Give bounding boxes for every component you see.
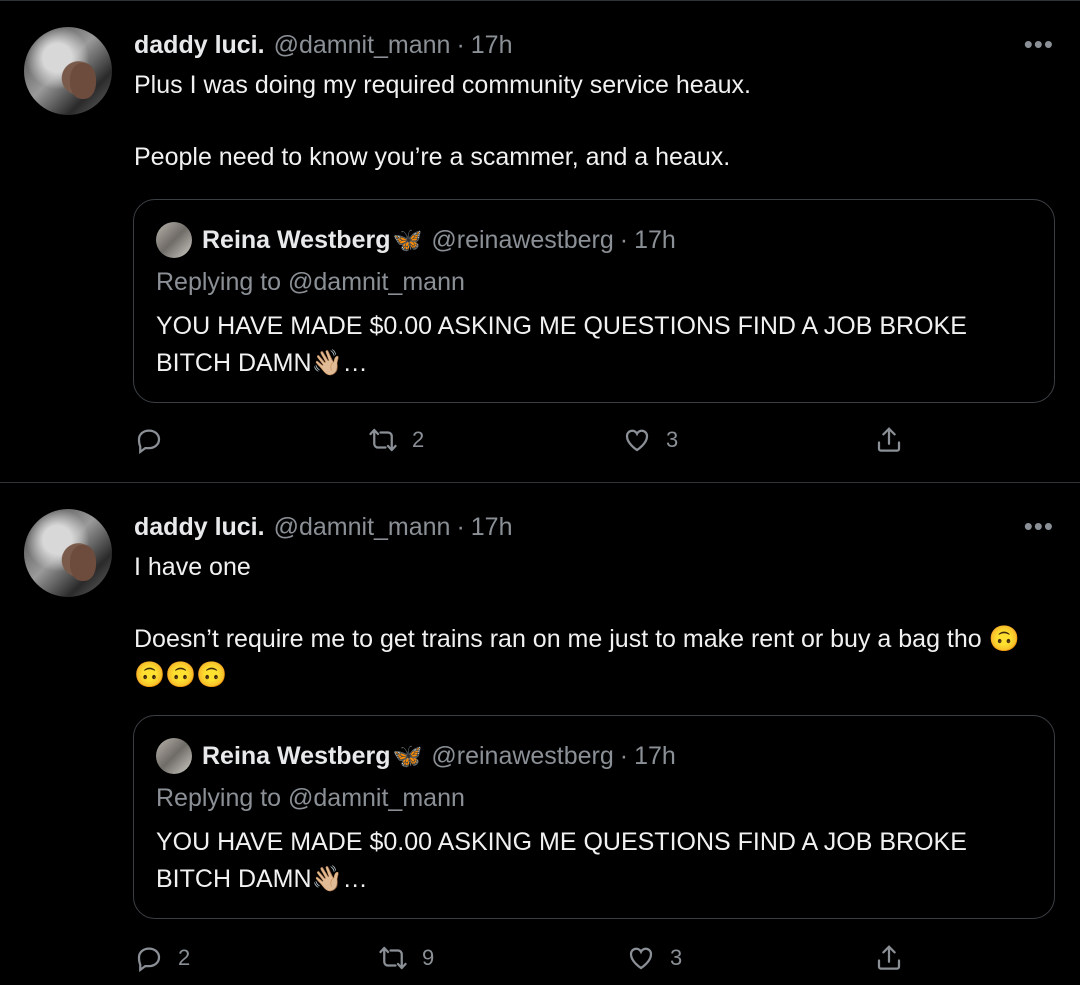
tweet-header: daddy luci. @damnit_mann · 17h bbox=[134, 509, 513, 545]
replying-to: Replying to @damnit_mann bbox=[156, 784, 465, 812]
tweet-body: Plus I was doing my required community s… bbox=[134, 67, 1044, 175]
share-button[interactable] bbox=[874, 943, 904, 973]
separator: · bbox=[619, 741, 629, 770]
quoted-author-handle: @reinawestberg bbox=[431, 741, 614, 770]
reply-button[interactable]: 2 bbox=[134, 943, 190, 973]
like-button[interactable]: 3 bbox=[622, 425, 678, 455]
more-icon[interactable]: ••• bbox=[1024, 513, 1054, 539]
quoted-tweet-header: Reina Westberg 🦋 @reinawestberg · 17h bbox=[156, 738, 676, 774]
quoted-author-name: Reina Westberg bbox=[202, 741, 391, 770]
quoted-author-handle: @reinawestberg bbox=[431, 225, 614, 254]
tweet-text-line: Plus I was doing my required community s… bbox=[134, 71, 751, 99]
more-icon[interactable]: ••• bbox=[1024, 31, 1054, 57]
quoted-timestamp: 17h bbox=[634, 225, 676, 254]
quoted-tweet[interactable]: Reina Westberg 🦋 @reinawestberg · 17h Re… bbox=[133, 199, 1055, 403]
tweet-text-line: I have one bbox=[134, 553, 251, 581]
tweet[interactable]: daddy luci. @damnit_mann · 17h ••• Plus … bbox=[0, 0, 1080, 483]
timestamp[interactable]: 17h bbox=[471, 31, 513, 60]
avatar[interactable] bbox=[24, 27, 112, 115]
like-button[interactable]: 3 bbox=[626, 943, 682, 973]
action-bar: 2 9 3 bbox=[134, 943, 914, 979]
separator: · bbox=[456, 512, 465, 541]
author-handle[interactable]: @damnit_mann bbox=[274, 513, 451, 542]
retweet-count: 2 bbox=[412, 427, 425, 452]
avatar[interactable] bbox=[24, 509, 112, 597]
like-count: 3 bbox=[670, 945, 683, 970]
tweet-text-line: Doesn’t require me to get trains ran on … bbox=[134, 625, 1020, 689]
share-icon bbox=[877, 945, 901, 970]
tweet-text-line: People need to know you’re a scammer, an… bbox=[134, 143, 731, 171]
separator: · bbox=[619, 225, 629, 254]
replying-to: Replying to @damnit_mann bbox=[156, 268, 465, 296]
retweet-button[interactable]: 2 bbox=[368, 425, 424, 455]
quoted-tweet-header: Reina Westberg 🦋 @reinawestberg · 17h bbox=[156, 222, 676, 258]
author-handle[interactable]: @damnit_mann bbox=[274, 31, 451, 60]
tweet[interactable]: daddy luci. @damnit_mann · 17h ••• I hav… bbox=[0, 482, 1080, 985]
retweet-count: 9 bbox=[422, 945, 435, 970]
like-count: 3 bbox=[666, 427, 679, 452]
retweet-icon bbox=[379, 946, 407, 970]
share-icon bbox=[877, 427, 901, 452]
reply-button[interactable] bbox=[134, 425, 178, 455]
tweet-header: daddy luci. @damnit_mann · 17h bbox=[134, 27, 513, 63]
retweet-icon bbox=[369, 428, 397, 452]
quoted-avatar bbox=[156, 738, 192, 774]
quoted-timestamp: 17h bbox=[634, 741, 676, 770]
timestamp[interactable]: 17h bbox=[471, 513, 513, 542]
reply-icon bbox=[137, 429, 161, 455]
like-icon bbox=[629, 947, 653, 970]
action-bar: 2 3 bbox=[134, 425, 914, 461]
reply-icon bbox=[137, 947, 161, 973]
share-button[interactable] bbox=[874, 425, 904, 455]
butterfly-icon: 🦋 bbox=[392, 742, 423, 770]
quoted-text: YOU HAVE MADE $0.00 ASKING ME QUESTIONS … bbox=[156, 828, 967, 893]
separator: · bbox=[456, 30, 465, 59]
tweet-body: I have one Doesn’t require me to get tra… bbox=[134, 549, 1044, 693]
quoted-author-name: Reina Westberg bbox=[202, 225, 391, 254]
like-icon bbox=[625, 429, 649, 452]
quoted-text: YOU HAVE MADE $0.00 ASKING ME QUESTIONS … bbox=[156, 312, 967, 377]
author-name[interactable]: daddy luci. bbox=[134, 513, 265, 542]
quoted-avatar bbox=[156, 222, 192, 258]
quoted-tweet[interactable]: Reina Westberg 🦋 @reinawestberg · 17h Re… bbox=[133, 715, 1055, 919]
retweet-button[interactable]: 9 bbox=[378, 943, 434, 973]
butterfly-icon: 🦋 bbox=[392, 226, 423, 254]
author-name[interactable]: daddy luci. bbox=[134, 31, 265, 60]
reply-count: 2 bbox=[178, 945, 191, 970]
